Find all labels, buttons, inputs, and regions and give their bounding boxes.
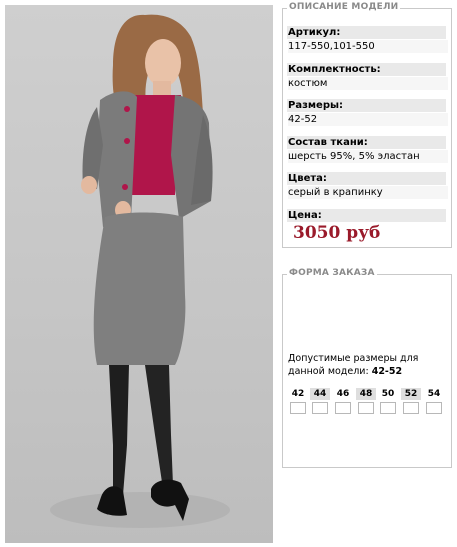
size-label-50: 50	[381, 389, 395, 399]
size-label-46: 46	[336, 389, 350, 399]
product-photo	[5, 5, 273, 543]
size-label-54: 54	[427, 389, 441, 399]
sizes-label: Размеры:	[287, 99, 446, 112]
size-label-48: 48	[356, 388, 376, 400]
allowed-sizes-note-range: 42-52	[371, 366, 403, 377]
size-quantity-input-54[interactable]	[426, 402, 442, 414]
size-label-52: 52	[401, 388, 421, 400]
set-label: Комплектность:	[287, 63, 446, 76]
set-value: костюм	[288, 77, 448, 90]
article-value: 117-550,101-550	[288, 40, 448, 53]
size-quantity-input-52[interactable]	[403, 402, 419, 414]
sizes-value: 42-52	[288, 113, 448, 126]
size-quantity-input-50[interactable]	[380, 402, 396, 414]
size-label-44: 44	[310, 388, 330, 400]
order-form-legend: ФОРМА ЗАКАЗА	[287, 268, 377, 278]
size-label-42: 42	[291, 389, 305, 399]
price-label: Цена:	[287, 209, 446, 222]
fabric-label: Состав ткани:	[287, 136, 446, 149]
colors-label: Цвета:	[287, 172, 446, 185]
size-quantity-input-44[interactable]	[312, 402, 328, 414]
model-in-suit-illustration	[50, 14, 230, 528]
price-value: 3050 руб	[293, 223, 381, 243]
model-description-panel: ОПИСАНИЕ МОДЕЛИ Артикул: 117-550,101-550…	[282, 2, 452, 248]
fabric-value: шерсть 95%, 5% эластан	[288, 150, 448, 163]
size-quantity-input-48[interactable]	[358, 402, 374, 414]
article-label: Артикул:	[287, 26, 446, 39]
allowed-sizes-note: Допустимые размеры для данной модели: 42…	[288, 352, 448, 378]
size-quantity-input-46[interactable]	[335, 402, 351, 414]
model-description-legend: ОПИСАНИЕ МОДЕЛИ	[287, 2, 401, 12]
size-quantity-input-42[interactable]	[290, 402, 306, 414]
colors-value: серый в крапинку	[288, 186, 448, 199]
order-form-panel: ФОРМА ЗАКАЗА Допустимые размеры для данн…	[282, 268, 452, 468]
